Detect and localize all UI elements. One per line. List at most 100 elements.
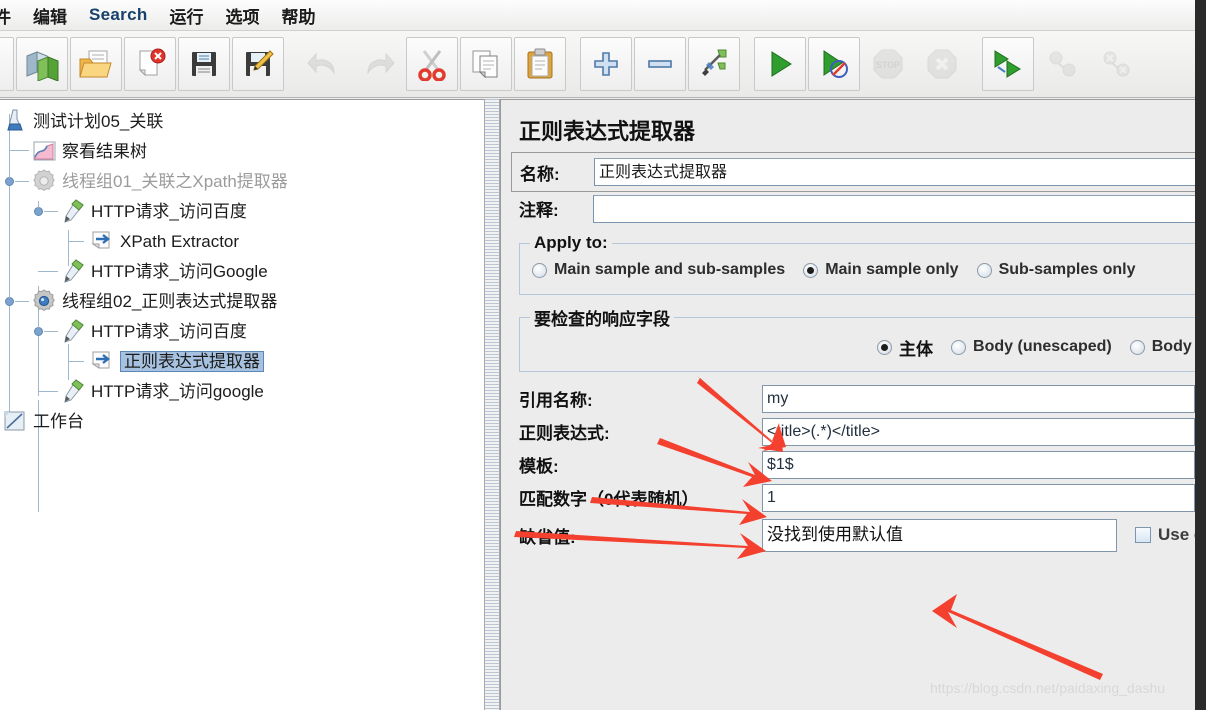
radio-circle-icon	[951, 339, 967, 355]
watermark-text: https://blog.csdn.net/paidaxing_dashu	[930, 680, 1166, 696]
regex-extractor-config-pane: 正则表达式提取器 名称: 正则表达式提取器 注释: Apply to: Main…	[500, 99, 1195, 710]
regular-expression-input[interactable]: <title>(.*)</title>	[762, 417, 1195, 446]
stop-remote-all-icon	[1049, 51, 1076, 77]
apply-to-legend: Apply to:	[534, 233, 608, 252]
start-no-pauses-icon	[823, 50, 848, 78]
radio-label: Main sample only	[825, 261, 959, 278]
radio-label: Main sample and sub-samples	[554, 261, 786, 278]
toolbar-start-remote-all-button[interactable]	[982, 37, 1034, 91]
toolbar-save-button[interactable]	[178, 37, 230, 91]
toolbar-cut-button[interactable]	[406, 37, 458, 91]
tree-line	[68, 241, 84, 242]
new-testplan-icon	[0, 47, 5, 81]
tree-node-test-plan[interactable]: 测试计划05_关联	[0, 106, 484, 136]
toolbar-start-button[interactable]	[754, 37, 806, 91]
default-value-input[interactable]: 没找到使用默认值	[762, 518, 1117, 552]
toolbar-templates-button[interactable]	[16, 37, 68, 91]
toolbar-collapse-button[interactable]	[634, 37, 686, 91]
name-input[interactable]: 正则表达式提取器	[594, 158, 1195, 186]
tree-node-view-results-tree[interactable]: 察看结果树	[0, 136, 484, 166]
http-request-icon	[60, 258, 86, 284]
toolbar-open-button[interactable]	[70, 37, 122, 91]
screen-edge-strip	[1195, 0, 1206, 710]
tree-expand-knob[interactable]	[34, 201, 43, 216]
toolbar-save-as-button[interactable]	[232, 37, 284, 91]
menu-item-help[interactable]: 帮助	[271, 0, 327, 30]
toolbar-paste-button[interactable]	[514, 37, 566, 91]
tree-node-http-request-google-2[interactable]: HTTP请求_访问google	[0, 376, 484, 406]
comment-input[interactable]	[593, 194, 1195, 223]
start-play-icon	[771, 51, 792, 77]
toolbar-redo-button[interactable]	[352, 37, 404, 91]
toolbar-expand-button[interactable]	[580, 37, 632, 91]
tree-expand-knob[interactable]	[5, 291, 14, 306]
toolbar-copy-button[interactable]	[460, 37, 512, 91]
radio-main-only[interactable]: Main sample only	[803, 261, 959, 279]
pane-splitter[interactable]	[484, 99, 500, 710]
radio-body-as-document[interactable]: Body as a Document	[1129, 338, 1195, 356]
svg-text:STOP: STOP	[876, 60, 900, 70]
match-number-input[interactable]: 1	[762, 483, 1195, 512]
toolbar-start-no-pauses-button[interactable]	[808, 37, 860, 91]
template-input[interactable]: $1$	[762, 450, 1195, 479]
checkbox-label: Use empty default value	[1158, 525, 1195, 544]
tree-node-label: 线程组01_关联之Xpath提取器	[62, 171, 288, 191]
tree-line	[9, 150, 29, 151]
default-value-label: 缺省值:	[519, 527, 576, 547]
radio-main-and-sub[interactable]: Main sample and sub-samples	[532, 261, 785, 279]
shutdown-remote-all-icon	[1103, 51, 1130, 77]
close-document-icon	[138, 48, 166, 77]
tree-expand-knob[interactable]	[34, 321, 43, 336]
menu-item-edit[interactable]: 编辑	[22, 0, 78, 30]
tree-node-label: 正则表达式提取器	[120, 350, 264, 372]
toolbar-stop-remote-all-button[interactable]	[1036, 37, 1088, 91]
tree-line	[44, 211, 58, 212]
tree-node-thread-group-02[interactable]: 线程组02_正则表达式提取器	[0, 286, 484, 316]
test-plan-tree: 测试计划05_关联 察看结果树 线程组01_关联之Xpath提取器 HTTP请求…	[0, 100, 484, 512]
apply-to-group: Apply to: Main sample and sub-samples Ma…	[519, 233, 1195, 295]
tree-node-regex-extractor-selected[interactable]: 正则表达式提取器	[0, 346, 484, 376]
tree-node-http-request-google-1[interactable]: HTTP请求_访问Google	[0, 256, 484, 286]
menu-item-options[interactable]: 选项	[215, 0, 271, 30]
reference-name-input[interactable]: my	[762, 384, 1195, 413]
tree-node-xpath-extractor[interactable]: XPath Extractor	[0, 226, 484, 256]
menu-item-run[interactable]: 运行	[159, 0, 215, 30]
tree-node-http-request-baidu-1[interactable]: HTTP请求_访问百度	[0, 196, 484, 226]
tree-line	[15, 301, 29, 302]
tree-line	[38, 271, 58, 272]
radio-sub-only[interactable]: Sub-samples only	[976, 261, 1135, 279]
http-request-icon	[60, 378, 86, 404]
regular-expression-row: 正则表达式: <title>(.*)</title>	[519, 415, 1195, 448]
test-plan-tree-pane[interactable]: 测试计划05_关联 察看结果树 线程组01_关联之Xpath提取器 HTTP请求…	[0, 99, 484, 710]
toolbar-close-button[interactable]	[124, 37, 176, 91]
toolbar-toggle-button[interactable]	[688, 37, 740, 91]
toolbar-undo-button[interactable]	[298, 37, 350, 91]
toolbar-new-testplan-button[interactable]	[0, 37, 14, 91]
apply-to-radio-row: Main sample and sub-samples Main sample …	[528, 253, 1190, 287]
tree-line	[15, 181, 29, 182]
tree-node-label: HTTP请求_访问google	[91, 381, 264, 401]
menu-item-search[interactable]: Search	[78, 2, 159, 28]
http-request-icon	[60, 318, 86, 344]
tree-node-workbench[interactable]: 工作台	[0, 406, 484, 436]
tree-node-thread-group-01[interactable]: 线程组01_关联之Xpath提取器	[0, 166, 484, 196]
toolbar-shutdown-remote-all-button[interactable]	[1090, 37, 1142, 91]
name-label: 名称:	[520, 164, 560, 184]
toolbar: STOP	[0, 31, 1195, 98]
open-folder-icon	[79, 50, 112, 78]
radio-circle-icon	[532, 262, 547, 278]
radio-body[interactable]: 主体	[877, 335, 933, 360]
view-results-tree-icon	[31, 138, 57, 164]
match-number-row: 匹配数字（0代表随机） 1	[519, 481, 1195, 514]
toolbar-shutdown-button[interactable]	[916, 37, 968, 91]
tree-node-label: HTTP请求_访问百度	[91, 321, 247, 341]
tree-expand-knob[interactable]	[5, 171, 14, 186]
radio-body-unescaped[interactable]: Body (unescaped)	[951, 338, 1112, 356]
tree-node-label: 察看结果树	[62, 141, 147, 161]
post-processor-icon	[89, 228, 115, 254]
menu-item-file[interactable]: 件	[0, 0, 22, 30]
use-empty-default-checkbox[interactable]: Use empty default value	[1135, 525, 1195, 545]
tree-node-http-request-baidu-2[interactable]: HTTP请求_访问百度	[0, 316, 484, 346]
toolbar-stop-button[interactable]: STOP	[862, 37, 914, 91]
checkbox-icon	[1135, 527, 1151, 543]
